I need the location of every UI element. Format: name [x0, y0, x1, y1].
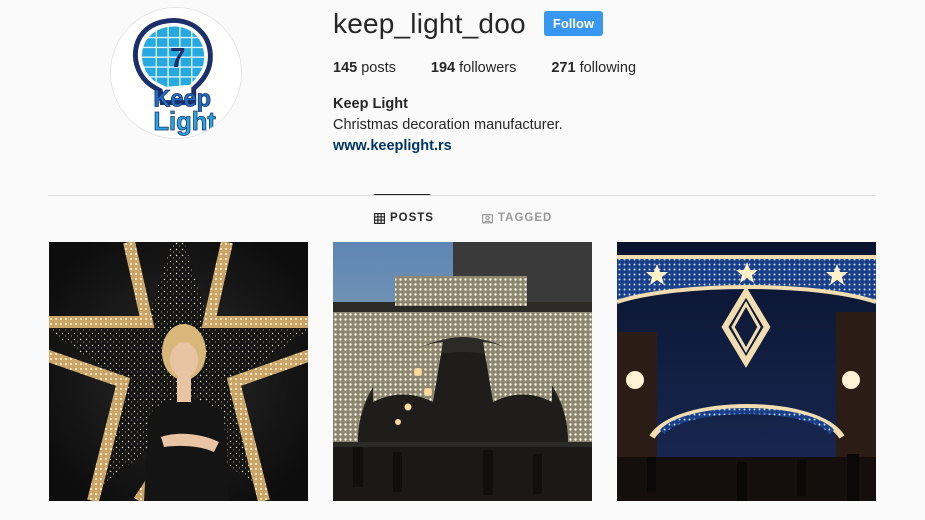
tag-icon: [482, 213, 493, 223]
posts-stat-label: posts: [361, 60, 396, 76]
following-count: 271: [551, 60, 576, 76]
tab-posts[interactable]: POSTS: [374, 212, 434, 224]
logo-number: 7: [170, 42, 185, 73]
post-thumbnail[interactable]: [49, 242, 308, 501]
profile-avatar[interactable]: 7 Keep Light: [110, 7, 242, 139]
followers-stat-label: followers: [459, 60, 517, 76]
followers-count: 194: [430, 60, 456, 76]
posts-grid: [49, 242, 876, 501]
profile-stats: 145 posts 194 followers 271 following: [333, 60, 671, 76]
keep-light-logo: 7 Keep Light: [111, 8, 241, 138]
following-stat-label: following: [579, 60, 637, 76]
profile-bio: Christmas decoration manufacturer.: [333, 117, 563, 133]
post-image-star: [49, 242, 308, 501]
profile-username: keep_light_doo: [333, 8, 526, 39]
tab-tagged-label: TAGGED: [498, 212, 553, 224]
tab-tagged[interactable]: TAGGED: [482, 212, 552, 224]
post-image-star-garland: [617, 242, 876, 501]
post-image-arch-tunnel: [333, 242, 592, 501]
post-thumbnail[interactable]: [333, 242, 592, 501]
posts-stat: 145 posts: [333, 60, 396, 76]
profile-full-name: Keep Light: [333, 96, 408, 112]
following-stat[interactable]: 271 following: [551, 60, 636, 76]
profile-website-link[interactable]: www.keeplight.rs: [333, 138, 452, 154]
tab-posts-label: POSTS: [390, 212, 434, 224]
active-tab-indicator: [374, 194, 430, 195]
follow-button[interactable]: Follow: [544, 11, 603, 36]
tabs-divider: [48, 195, 876, 196]
grid-icon: [374, 212, 385, 224]
followers-stat[interactable]: 194 followers: [431, 60, 516, 76]
svg-text:Light: Light: [153, 108, 216, 136]
posts-count: 145: [333, 60, 358, 76]
post-thumbnail[interactable]: [617, 242, 876, 501]
